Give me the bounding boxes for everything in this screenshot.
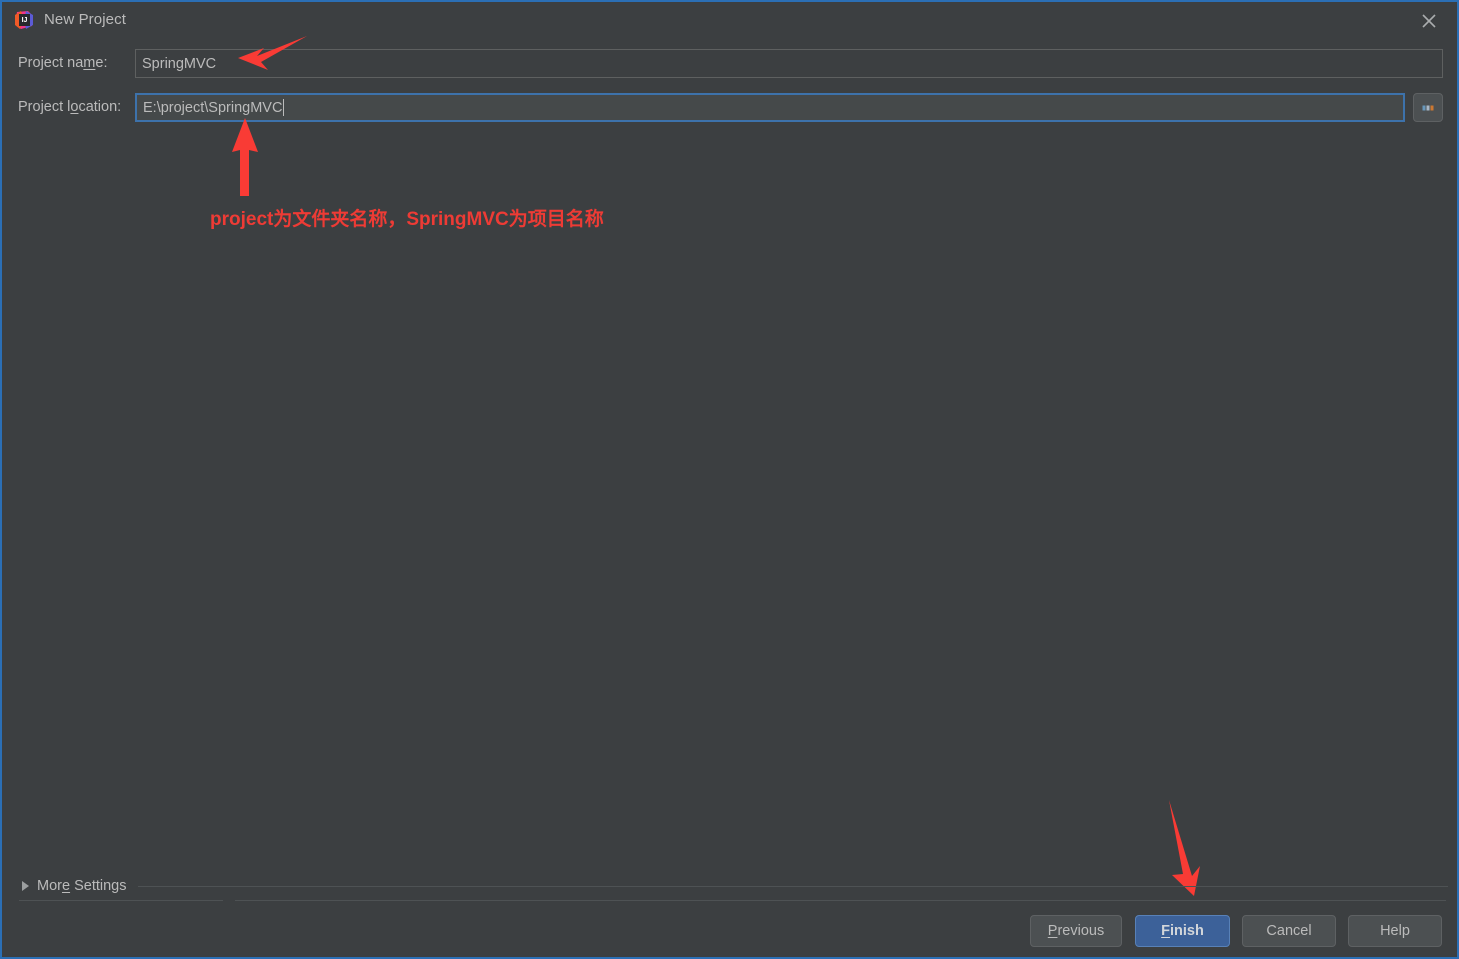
- project-name-label-before: Project na: [18, 55, 84, 71]
- chevron-right-icon: [22, 881, 29, 891]
- more-settings-label-before: Mor: [37, 878, 62, 894]
- annotation-overlay: project为文件夹名称，SpringMVC为项目名称: [2, 0, 1457, 957]
- title-bar: IJ New Project: [2, 0, 1457, 36]
- ellipsis-icon: [1422, 105, 1434, 110]
- new-project-dialog: IJ New Project Project name: SpringMVC P…: [0, 0, 1459, 959]
- footer-divider-right: [235, 900, 1446, 901]
- project-name-input[interactable]: SpringMVC: [135, 49, 1443, 78]
- project-name-label-mnemonic: m: [83, 55, 96, 71]
- project-location-label: Project location:: [18, 99, 121, 115]
- intellij-idea-icon: IJ: [14, 10, 34, 30]
- project-location-value: E:\project\SpringMVC: [143, 99, 283, 116]
- arrow-to-finish-button: [1169, 800, 1200, 896]
- project-location-label-before: Project l: [18, 99, 71, 115]
- more-settings-label-after: Settings: [70, 878, 127, 894]
- project-location-input[interactable]: E:\project\SpringMVC: [135, 93, 1405, 122]
- project-name-value: SpringMVC: [142, 55, 217, 72]
- arrow-to-project-location: [232, 118, 258, 196]
- window-title: New Project: [44, 11, 126, 28]
- footer-divider-left: [19, 900, 223, 901]
- finish-button-mnemonic: F: [1161, 923, 1170, 939]
- more-settings-rule: [138, 886, 1448, 887]
- annotation-note: project为文件夹名称，SpringMVC为项目名称: [210, 209, 604, 230]
- finish-button-after: inish: [1170, 923, 1204, 939]
- previous-button[interactable]: Previous: [1030, 915, 1122, 947]
- text-caret: [283, 99, 285, 116]
- finish-button[interactable]: Finish: [1135, 915, 1230, 947]
- project-location-label-after: cation:: [78, 99, 122, 115]
- help-button-label: Help: [1380, 923, 1410, 939]
- cancel-button-label: Cancel: [1266, 923, 1312, 939]
- svg-text:IJ: IJ: [22, 17, 28, 24]
- more-settings-label: More Settings: [37, 878, 126, 894]
- help-button[interactable]: Help: [1348, 915, 1442, 947]
- more-settings-label-mnemonic: e: [61, 878, 71, 894]
- browse-folder-button[interactable]: [1413, 93, 1443, 122]
- previous-button-mnemonic: P: [1047, 923, 1058, 939]
- close-icon[interactable]: [1419, 11, 1439, 31]
- more-settings-toggle[interactable]: More Settings: [16, 875, 126, 897]
- project-name-label-after: e:: [95, 55, 108, 71]
- project-name-label: Project name:: [18, 55, 107, 71]
- cancel-button[interactable]: Cancel: [1242, 915, 1336, 947]
- previous-button-after: revious: [1057, 923, 1105, 939]
